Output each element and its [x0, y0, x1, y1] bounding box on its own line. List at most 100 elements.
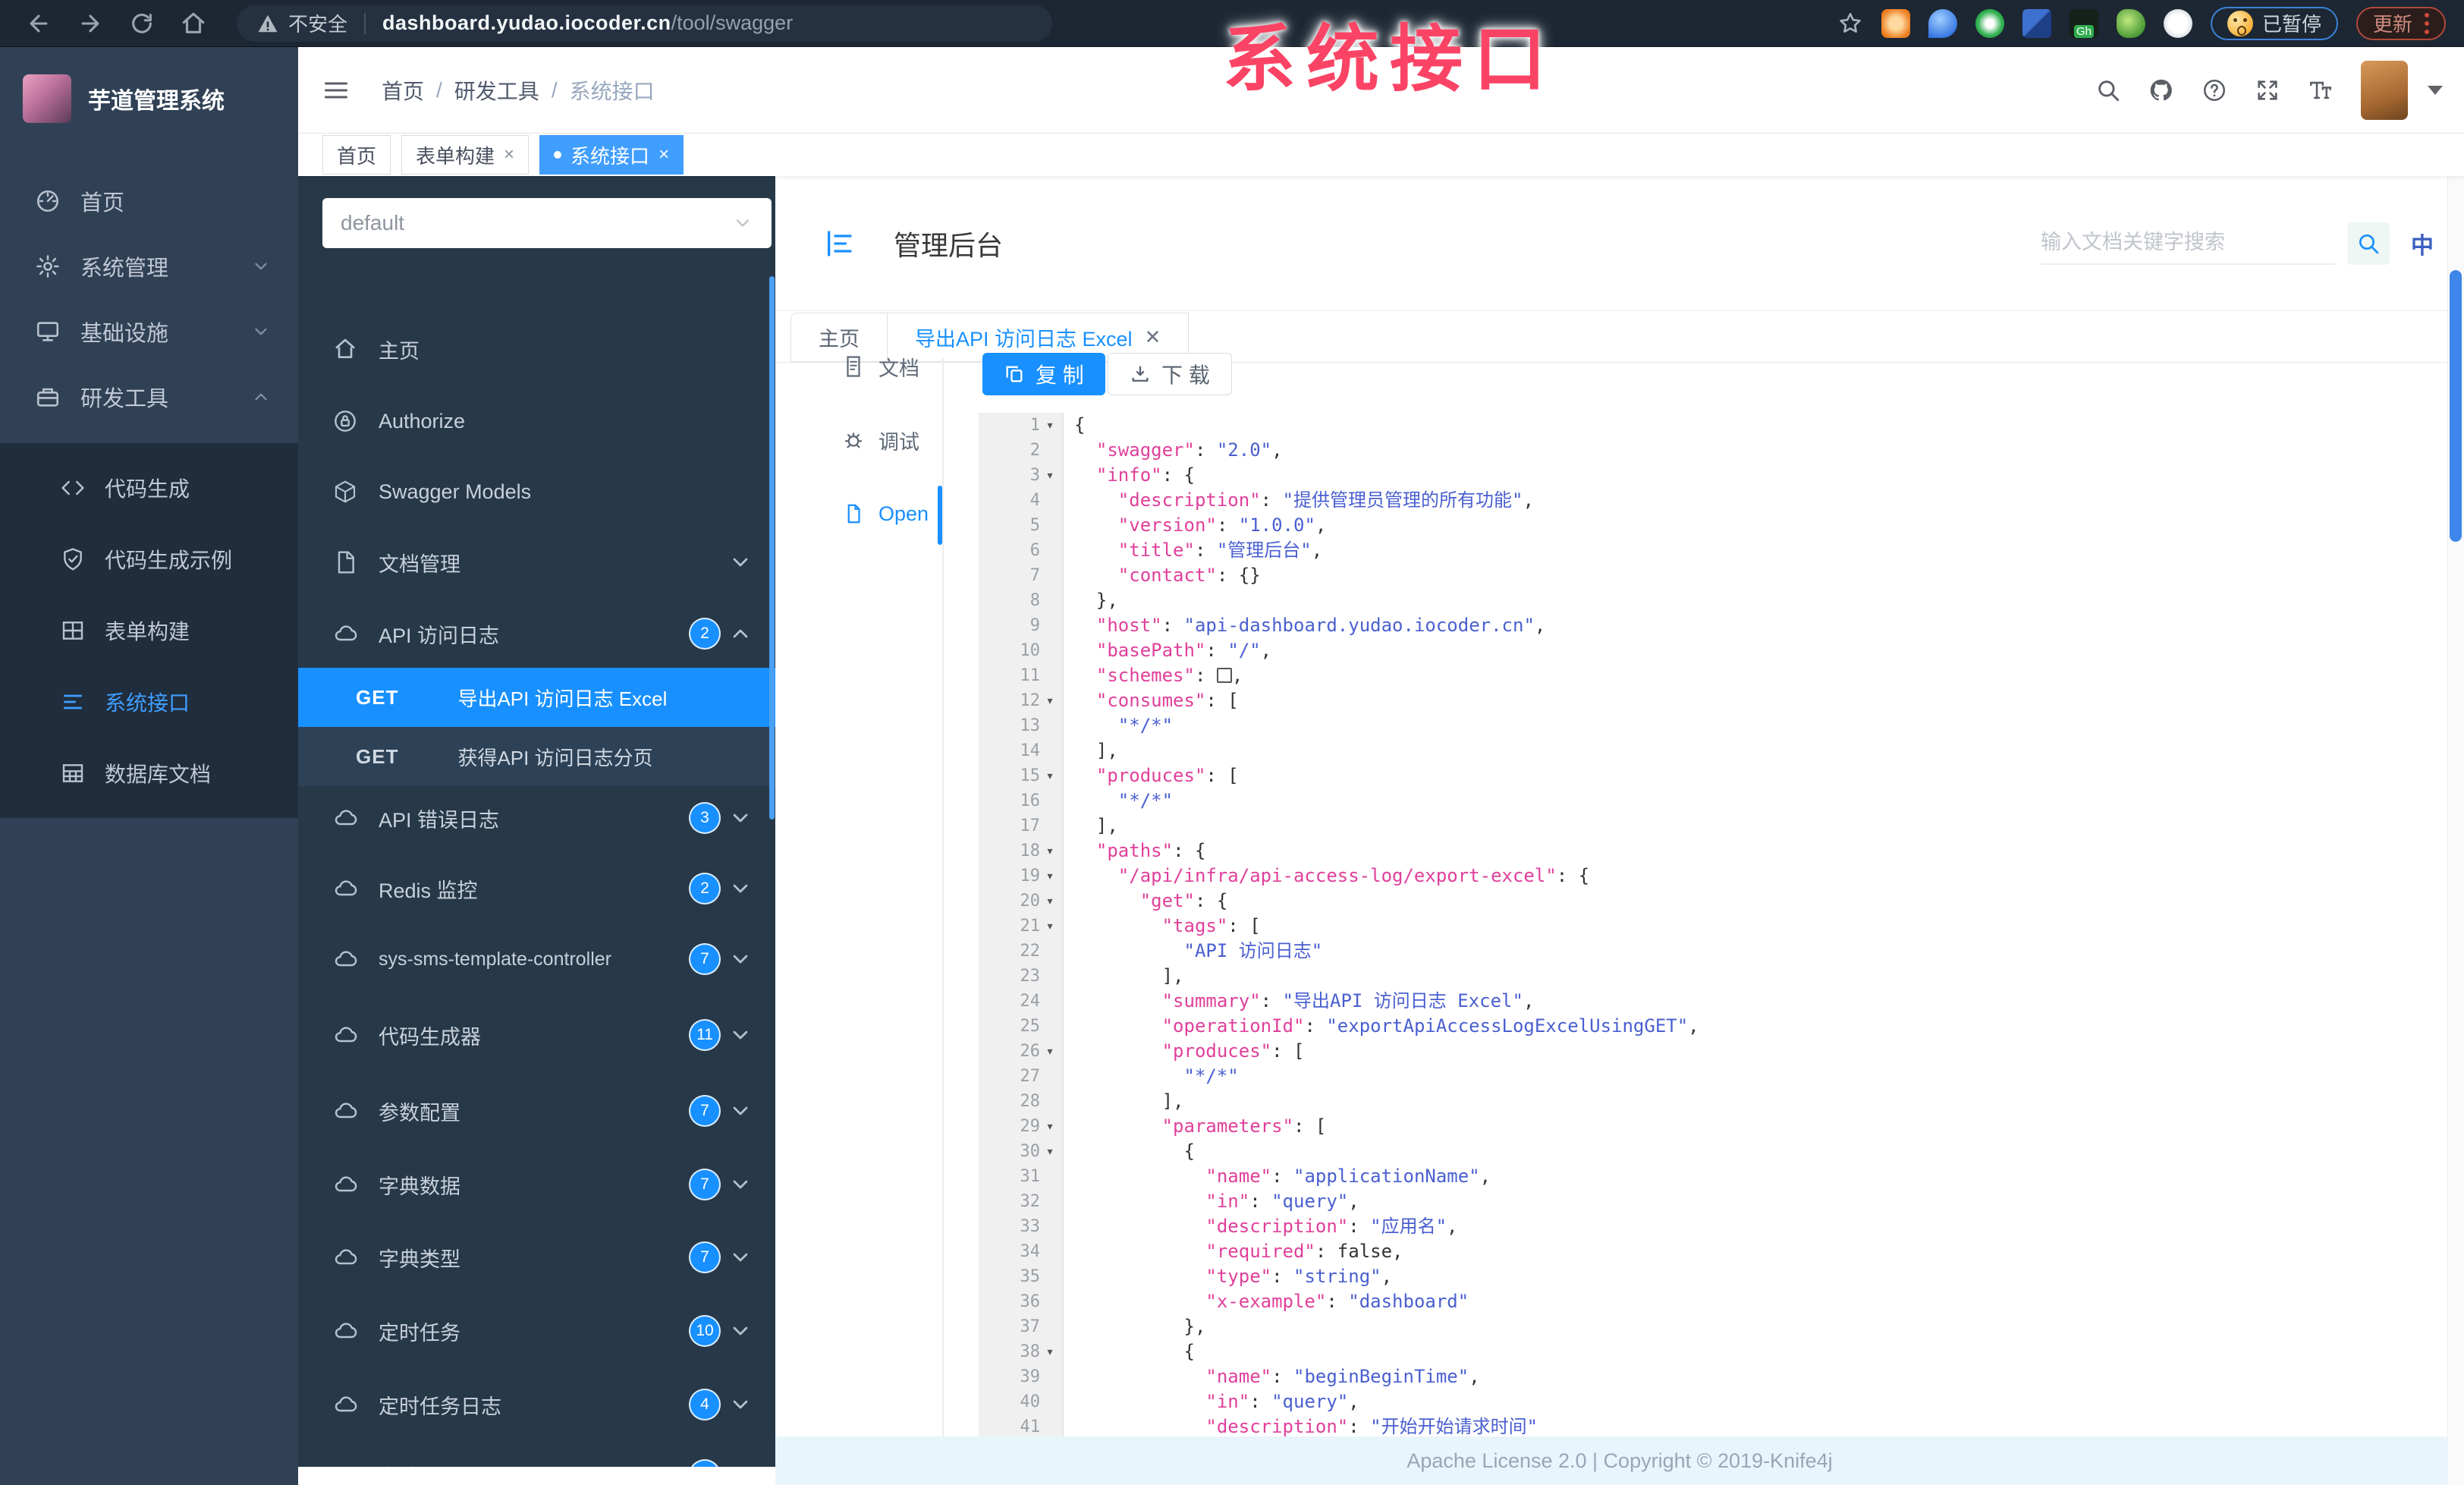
operation-export-api-log[interactable]: GET 导出API 访问日志 Excel [298, 668, 775, 727]
fold-arrow-icon[interactable]: ▾ [1042, 889, 1058, 914]
swagger-group-cron-job[interactable]: 定时任务 10 [298, 1304, 775, 1358]
code-line: 39 "name": "beginBeginTime", [979, 1364, 2443, 1389]
home-icon[interactable] [181, 11, 206, 36]
fold-arrow-icon[interactable]: ▾ [1042, 1114, 1058, 1139]
reload-icon[interactable] [129, 11, 155, 36]
fold-arrow-icon[interactable]: ▾ [1042, 914, 1058, 939]
swagger-group-redis-monitor[interactable]: Redis 监控 2 [298, 861, 775, 916]
fold-arrow-icon[interactable]: ▾ [1042, 1039, 1058, 1064]
fold-arrow-icon[interactable]: ▾ [1042, 864, 1058, 889]
swagger-item-authorize[interactable]: Authorize [298, 394, 775, 448]
doc-nav-open[interactable]: Open [842, 494, 929, 533]
fold-arrow-icon[interactable]: ▾ [1042, 688, 1058, 713]
swagger-group-cron-job-log[interactable]: 定时任务日志 4 [298, 1377, 775, 1432]
doc-search-button[interactable] [2347, 222, 2390, 265]
download-button[interactable]: 下 载 [1108, 353, 1232, 395]
fold-arrow-icon[interactable]: ▾ [1042, 413, 1058, 438]
code-icon [61, 476, 85, 500]
line-number: 9 [1029, 616, 1040, 635]
sidebar-item-label: 代码生成 [105, 477, 190, 501]
sidebar-item-system-api[interactable]: 系统接口 [0, 666, 298, 738]
fold-arrow-icon[interactable]: ▾ [1042, 1139, 1058, 1164]
code-line: 33 "description": "应用名", [979, 1214, 2443, 1239]
sidebar-scrollbar-thumb[interactable] [769, 276, 775, 820]
breadcrumb-devtools[interactable]: 研发工具 [454, 75, 539, 105]
count-badge [689, 1459, 721, 1467]
browser-extensions-area: Gh 已暂停 更新 [1837, 6, 2464, 40]
sidebar-item-home[interactable]: 首页 [0, 168, 298, 234]
swagger-item-doc-manage[interactable]: 文档管理 [298, 535, 775, 590]
close-icon[interactable]: × [658, 144, 669, 165]
help-icon[interactable] [2202, 77, 2227, 103]
sidebar-item-label: 表单构建 [105, 620, 190, 643]
sidebar-item-devtools[interactable]: 研发工具 [0, 364, 298, 429]
line-number: 12 ▾ [979, 688, 1064, 713]
tag-form-builder[interactable]: 表单构建 × [401, 135, 530, 175]
extension-icon-green-circle[interactable] [1975, 8, 2004, 38]
close-icon[interactable]: ✕ [1145, 326, 1161, 349]
avatar[interactable] [2361, 60, 2408, 120]
swagger-group-label: API 错误日志 [379, 808, 500, 832]
breadcrumb-home[interactable]: 首页 [382, 75, 424, 105]
font-size-icon[interactable] [2308, 77, 2334, 103]
tag-home[interactable]: 首页 [322, 135, 391, 175]
browser-menu-icon[interactable] [2425, 12, 2429, 34]
doc-search-input[interactable] [2041, 222, 2335, 265]
bookmark-star-icon[interactable] [1837, 11, 1863, 36]
language-toggle[interactable]: 中 [2411, 227, 2434, 260]
knife4j-panel: 管理后台 中 主页 导出API 访问日志 Excel ✕ 文档 调试 Open … [775, 176, 2464, 1485]
swagger-group-partial[interactable]: 岗位 [298, 1448, 775, 1467]
swagger-item-home[interactable]: 主页 [298, 322, 775, 376]
extension-icon-green-leaf[interactable] [2116, 8, 2145, 38]
browser-update-button[interactable]: 更新 [2356, 6, 2446, 40]
sidebar-item-codegen-demo[interactable]: 代码生成示例 [0, 524, 298, 595]
swagger-group-dict-data[interactable]: 字典数据 7 [298, 1157, 775, 1212]
code-text: ], [1074, 815, 1118, 836]
fold-arrow-icon[interactable]: ▾ [1042, 463, 1058, 488]
sidebar-item-infra[interactable]: 基础设施 [0, 299, 298, 364]
extension-icon-orange[interactable] [1881, 8, 1910, 38]
code-text: "host": "api-dashboard.yudao.iocoder.cn"… [1095, 615, 1546, 636]
api-group-select[interactable]: default [322, 198, 772, 248]
forward-icon[interactable] [77, 11, 103, 36]
extension-icon-blue-puzzle[interactable] [2022, 8, 2051, 38]
fold-arrow-icon[interactable]: ▾ [1042, 763, 1058, 788]
search-icon[interactable] [2095, 77, 2121, 103]
paused-extension-button[interactable]: 已暂停 [2210, 6, 2338, 40]
back-icon[interactable] [26, 11, 52, 36]
swagger-group-api-access-log[interactable]: API 访问日志 2 [298, 606, 775, 661]
swagger-group-sms-template[interactable]: sys-sms-template-controller 7 [298, 932, 775, 986]
code-editor[interactable]: 1 ▾{2 "swagger": "2.0", 3 ▾ "info": {4 "des… [979, 413, 2443, 1436]
sidebar-item-system[interactable]: 系统管理 [0, 234, 298, 299]
address-bar[interactable]: 不安全 dashboard.yudao.iocoder.cn/tool/swag… [237, 5, 1052, 42]
fullscreen-icon[interactable] [2255, 77, 2280, 103]
doc-nav-debug[interactable]: 调试 [842, 420, 919, 460]
count-badge: 11 [689, 1019, 721, 1051]
line-number: 24 [1020, 992, 1041, 1011]
code-text: "/api/infra/api-access-log/export-excel"… [1117, 865, 1590, 886]
swagger-item-models[interactable]: Swagger Models [298, 464, 775, 519]
hamburger-icon[interactable] [322, 77, 350, 104]
swagger-group-dict-type[interactable]: 字典类型 7 [298, 1230, 775, 1285]
sidebar-item-form-builder[interactable]: 表单构建 [0, 595, 298, 666]
copy-button[interactable]: 复 制 [982, 353, 1105, 395]
fold-arrow-icon[interactable]: ▾ [1042, 1339, 1058, 1364]
doc-nav-document[interactable]: 文档 [842, 347, 919, 386]
code-line: 38 ▾ { [979, 1339, 2443, 1364]
avatar-caret-icon[interactable] [2428, 85, 2443, 95]
extension-icon-white-star[interactable] [2163, 8, 2192, 38]
sidebar-item-db-doc[interactable]: 数据库文档 [0, 738, 298, 809]
swagger-group-param-config[interactable]: 参数配置 7 [298, 1084, 775, 1138]
extension-icon-gh[interactable]: Gh [2069, 8, 2098, 38]
extension-icon-blue-drop[interactable] [1928, 8, 1957, 38]
operation-get-api-log-page[interactable]: GET 获得API 访问日志分页 [298, 727, 775, 786]
tag-system-api[interactable]: 系统接口 × [539, 135, 684, 175]
github-icon[interactable] [2148, 77, 2174, 103]
collapse-sidebar-icon[interactable] [824, 228, 854, 259]
fold-arrow-icon[interactable]: ▾ [1042, 838, 1058, 864]
close-icon[interactable]: × [504, 144, 514, 165]
swagger-group-codegen[interactable]: 代码生成器 11 [298, 1008, 775, 1062]
swagger-group-api-error-log[interactable]: API 错误日志 3 [298, 791, 775, 845]
page-scrollbar-thumb[interactable] [2450, 270, 2462, 542]
sidebar-item-codegen[interactable]: 代码生成 [0, 452, 298, 524]
